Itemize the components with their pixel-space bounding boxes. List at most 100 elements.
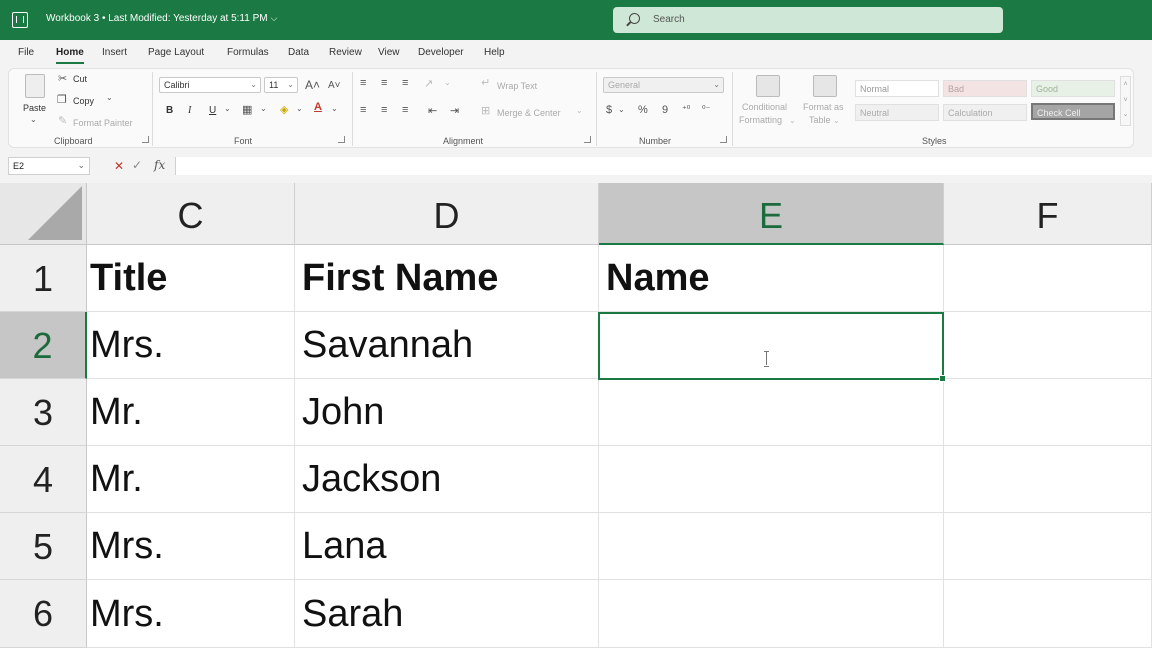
cell-f2[interactable] — [944, 312, 1152, 379]
cell-c3[interactable]: Mr. — [87, 379, 295, 446]
number-launcher-icon[interactable] — [720, 136, 727, 143]
increase-font-size-icon[interactable]: A˄ — [305, 78, 320, 92]
tab-home[interactable]: Home — [56, 47, 84, 64]
wrap-text-button[interactable]: Wrap Text — [497, 81, 537, 91]
cell-d4[interactable]: Jackson — [295, 446, 599, 513]
conditional-formatting-line1[interactable]: Conditional — [742, 102, 787, 112]
cell-d5[interactable]: Lana — [295, 513, 599, 580]
cell-e5[interactable] — [599, 513, 944, 580]
active-cell-selection[interactable] — [598, 312, 946, 382]
tab-developer[interactable]: Developer — [418, 47, 464, 58]
cancel-icon[interactable]: ✕ — [114, 159, 124, 173]
decrease-font-size-icon[interactable]: A˅ — [328, 80, 341, 91]
name-box[interactable]: E2 ⌄ — [8, 157, 90, 175]
font-color-icon[interactable]: A — [314, 101, 322, 113]
row-header-5[interactable]: 5 — [0, 513, 87, 580]
font-color-dropdown-icon[interactable]: ⌄ — [331, 104, 338, 113]
decrease-decimal-icon[interactable]: ⁰⁻ — [702, 104, 710, 115]
bold-button[interactable]: B — [166, 105, 173, 116]
cell-c2[interactable]: Mrs. — [87, 312, 295, 379]
column-header-d[interactable]: D — [295, 183, 599, 245]
paste-button[interactable]: Paste — [23, 103, 46, 113]
font-launcher-icon[interactable] — [338, 136, 345, 143]
increase-decimal-icon[interactable]: ⁺⁰ — [682, 104, 690, 115]
style-calculation[interactable]: Calculation — [943, 104, 1027, 121]
merge-center-button[interactable]: Merge & Center — [497, 108, 561, 118]
enter-icon[interactable]: ✓ — [132, 158, 142, 172]
gallery-more-icon[interactable]: ⌄ — [1121, 109, 1130, 121]
font-name-select[interactable]: Calibri ⌄ — [159, 77, 261, 93]
tab-formulas[interactable]: Formulas — [227, 47, 269, 58]
format-as-table-line1[interactable]: Format as — [803, 102, 844, 112]
comma-style-icon[interactable]: 9 — [662, 104, 668, 116]
document-title[interactable]: Workbook 3 • Last Modified: Yesterday at… — [46, 13, 277, 24]
styles-gallery-scroll[interactable]: ˄ ˅ ⌄ — [1120, 76, 1131, 126]
style-bad[interactable]: Bad — [943, 80, 1027, 97]
orientation-dropdown-icon[interactable]: ⌄ — [444, 78, 451, 87]
alignment-launcher-icon[interactable] — [584, 136, 591, 143]
tab-help[interactable]: Help — [484, 47, 505, 58]
underline-button[interactable]: U — [209, 105, 216, 116]
row-header-2[interactable]: 2 — [0, 312, 87, 379]
currency-icon[interactable]: $ — [606, 104, 612, 116]
style-good[interactable]: Good — [1031, 80, 1115, 97]
align-middle-icon[interactable]: ≡ — [381, 77, 387, 89]
tab-page-layout[interactable]: Page Layout — [148, 47, 204, 58]
row-header-3[interactable]: 3 — [0, 379, 87, 446]
fill-color-icon[interactable]: ◈ — [280, 103, 288, 116]
chevron-down-icon[interactable]: ⌄ — [789, 116, 796, 125]
paste-icon[interactable] — [25, 74, 45, 98]
cell-f1[interactable] — [944, 245, 1152, 312]
cell-e6[interactable] — [599, 580, 944, 648]
align-right-icon[interactable]: ≡ — [402, 104, 408, 116]
orientation-icon[interactable]: ↗ — [424, 77, 433, 90]
chevron-down-icon[interactable]: ⌄ — [833, 116, 840, 125]
tab-review[interactable]: Review — [329, 47, 362, 58]
scroll-down-icon[interactable]: ˅ — [1121, 93, 1130, 109]
formula-input[interactable] — [175, 157, 1152, 175]
cell-d1[interactable]: First Name — [295, 245, 599, 312]
insert-function-icon[interactable]: fx — [154, 158, 165, 172]
currency-dropdown-icon[interactable]: ⌄ — [618, 105, 625, 114]
cell-e1[interactable]: Name — [599, 245, 944, 312]
underline-dropdown-icon[interactable]: ⌄ — [224, 104, 231, 113]
align-top-icon[interactable]: ≡ — [360, 77, 366, 89]
percent-icon[interactable]: % — [638, 104, 648, 116]
paste-dropdown-icon[interactable]: ⌄ — [30, 115, 37, 124]
fill-color-dropdown-icon[interactable]: ⌄ — [296, 104, 303, 113]
search-box[interactable]: Search — [613, 7, 1003, 33]
number-format-select[interactable]: General ⌄ — [603, 77, 724, 93]
column-header-c[interactable]: C — [87, 183, 295, 245]
cell-f5[interactable] — [944, 513, 1152, 580]
borders-dropdown-icon[interactable]: ⌄ — [260, 104, 267, 113]
cell-c6[interactable]: Mrs. — [87, 580, 295, 648]
cell-d3[interactable]: John — [295, 379, 599, 446]
select-all-button[interactable] — [0, 183, 87, 245]
format-as-table-line2[interactable]: Table — [809, 115, 831, 125]
row-header-4[interactable]: 4 — [0, 446, 87, 513]
font-size-select[interactable]: 11 ⌄ — [264, 77, 298, 93]
cell-f4[interactable] — [944, 446, 1152, 513]
scroll-up-icon[interactable]: ˄ — [1121, 77, 1130, 93]
tab-view[interactable]: View — [378, 47, 400, 58]
style-check-cell[interactable]: Check Cell — [1031, 103, 1115, 120]
borders-icon[interactable]: ▦ — [242, 103, 252, 116]
tab-file[interactable]: File — [18, 47, 34, 58]
cell-d2[interactable]: Savannah — [295, 312, 599, 379]
cell-f3[interactable] — [944, 379, 1152, 446]
style-neutral[interactable]: Neutral — [855, 104, 939, 121]
italic-button[interactable]: I — [188, 105, 191, 116]
column-header-f[interactable]: F — [944, 183, 1152, 245]
align-left-icon[interactable]: ≡ — [360, 104, 366, 116]
cell-d6[interactable]: Sarah — [295, 580, 599, 648]
row-header-6[interactable]: 6 — [0, 580, 87, 648]
tab-data[interactable]: Data — [288, 47, 309, 58]
merge-dropdown-icon[interactable]: ⌄ — [576, 106, 583, 115]
align-center-icon[interactable]: ≡ — [381, 104, 387, 116]
row-header-1[interactable]: 1 — [0, 245, 87, 312]
format-painter-button[interactable]: Format Painter — [73, 118, 133, 128]
cell-e3[interactable] — [599, 379, 944, 446]
conditional-formatting-line2[interactable]: Formatting — [739, 115, 782, 125]
cell-e4[interactable] — [599, 446, 944, 513]
clipboard-launcher-icon[interactable] — [142, 136, 149, 143]
